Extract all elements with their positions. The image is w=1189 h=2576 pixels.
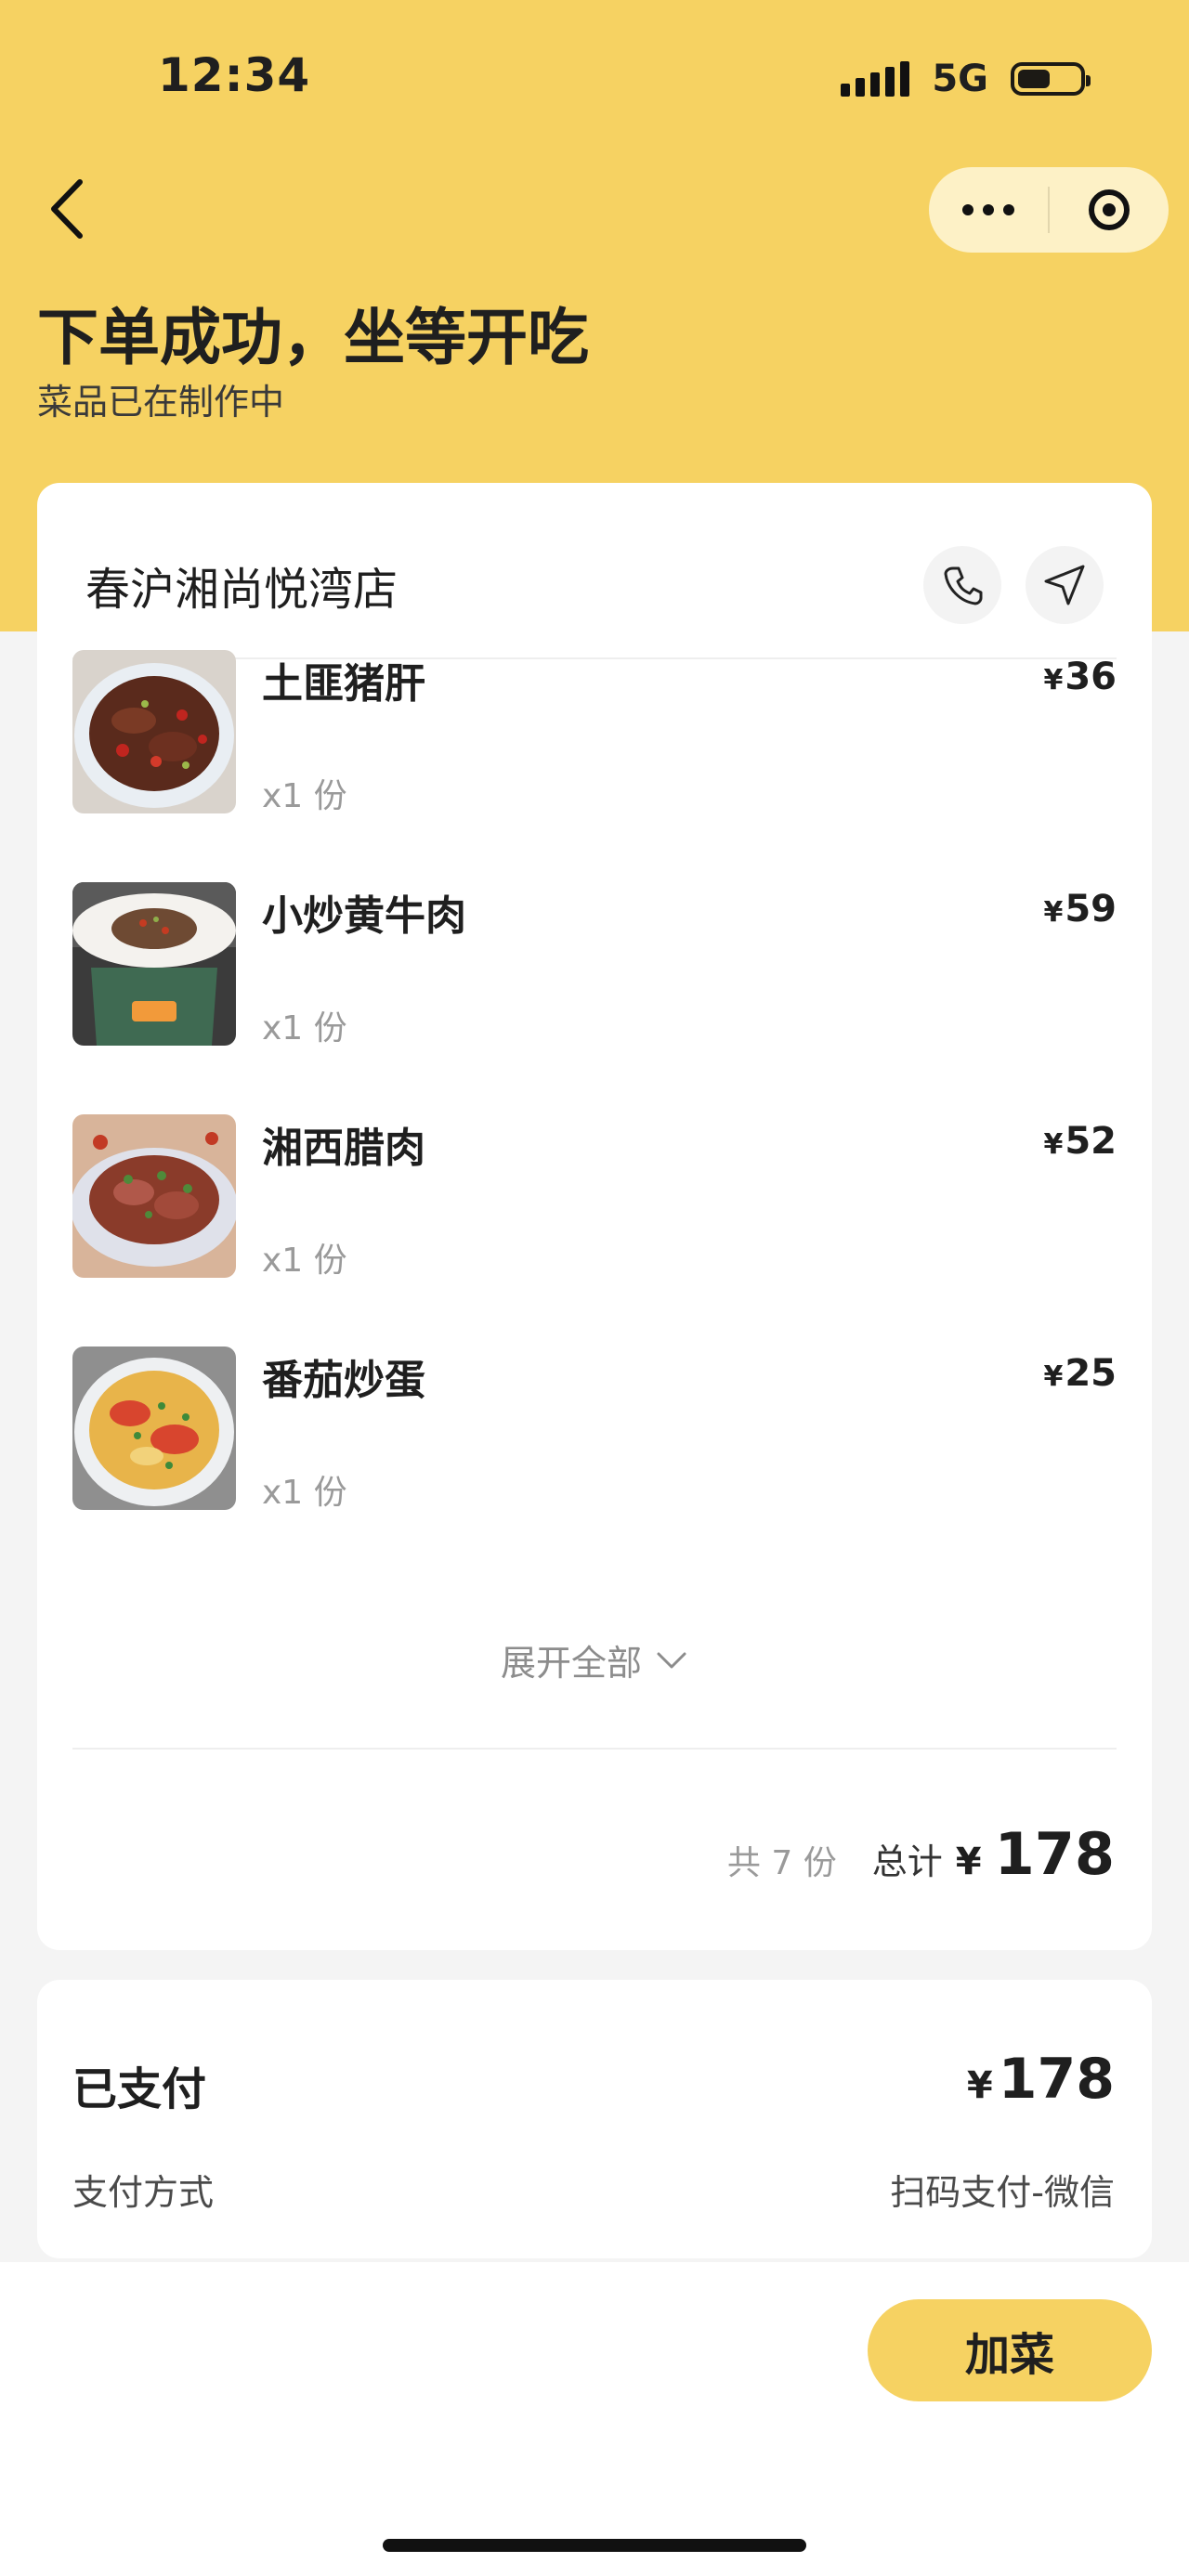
add-dish-button[interactable]: 加菜 — [868, 2299, 1152, 2401]
order-item[interactable]: 小炒黄牛肉 x1 份 ¥59 — [72, 882, 1117, 1114]
chevron-left-icon — [51, 179, 83, 239]
target-icon — [1089, 189, 1130, 230]
dish-thumbnail — [72, 1347, 236, 1510]
status-time: 12:34 — [158, 48, 311, 102]
navigation-arrow-icon — [1044, 565, 1085, 605]
summary-divider — [72, 1748, 1117, 1750]
dish-quantity: x1 份 — [262, 1242, 347, 1280]
call-button[interactable] — [923, 546, 1001, 624]
item-count: 共 7 份 — [726, 1844, 837, 1882]
dish-thumbnail — [72, 882, 236, 1046]
dish-price: ¥52 — [1043, 1120, 1117, 1163]
order-item-list: 土匪猪肝 x1 份 ¥36 小炒黄牛肉 x1 份 ¥59 湘西腊肉 x1 份 ¥… — [72, 650, 1117, 1579]
payment-method-label: 支付方式 — [72, 2172, 215, 2213]
total-label: 总计 — [871, 1841, 943, 1882]
order-summary: 共 7 份 总计 ¥ 178 — [727, 1820, 1115, 1888]
navigate-button[interactable] — [1026, 546, 1104, 624]
dish-price: ¥59 — [1043, 888, 1117, 930]
expand-all-label: 展开全部 — [500, 1643, 642, 1684]
payment-card: 已支付 ¥ 178 支付方式 扫码支付-微信 — [37, 1980, 1152, 2258]
dish-quantity: x1 份 — [262, 1474, 347, 1512]
shop-header: 春沪湘尚悦湾店 — [85, 539, 1104, 631]
total-amount: 178 — [994, 1820, 1115, 1888]
signal-icon — [841, 61, 910, 97]
dish-name: 小炒黄牛肉 — [262, 892, 466, 940]
page-subtitle: 菜品已在制作中 — [37, 382, 285, 423]
dish-name: 土匪猪肝 — [262, 660, 425, 708]
network-type: 5G — [932, 58, 988, 100]
chevron-down-icon — [657, 1652, 686, 1668]
dish-price: ¥36 — [1043, 656, 1117, 698]
back-button[interactable] — [45, 176, 91, 241]
expand-all-button[interactable]: 展开全部 — [37, 1634, 1152, 1685]
order-item[interactable]: 土匪猪肝 x1 份 ¥36 — [72, 650, 1117, 882]
home-indicator — [383, 2539, 806, 2552]
dish-thumbnail — [72, 1114, 236, 1278]
more-button[interactable] — [929, 204, 1048, 215]
paid-label: 已支付 — [72, 2063, 207, 2115]
currency-symbol: ¥ — [955, 1841, 982, 1883]
status-indicators: 5G — [841, 58, 1091, 100]
bottom-action-bar: 加菜 — [0, 2262, 1189, 2576]
dish-name: 番茄炒蛋 — [262, 1357, 425, 1404]
shop-name: 春沪湘尚悦湾店 — [85, 564, 399, 616]
dish-quantity: x1 份 — [262, 777, 347, 815]
page-title: 下单成功，坐等开吃 — [37, 302, 589, 373]
order-item[interactable]: 湘西腊肉 x1 份 ¥52 — [72, 1114, 1117, 1347]
dish-price: ¥25 — [1043, 1352, 1117, 1395]
dish-name: 湘西腊肉 — [262, 1125, 425, 1172]
order-item[interactable]: 番茄炒蛋 x1 份 ¥25 — [72, 1347, 1117, 1579]
dish-quantity: x1 份 — [262, 1009, 347, 1047]
dish-thumbnail — [72, 650, 236, 813]
paid-amount: ¥ 178 — [966, 2047, 1115, 2112]
mini-program-capsule — [929, 167, 1169, 253]
battery-icon — [1011, 62, 1091, 96]
phone-icon — [944, 566, 983, 605]
close-button[interactable] — [1050, 189, 1169, 230]
order-card: 春沪湘尚悦湾店 土匪猪肝 x1 份 ¥36 小炒黄牛肉 x1 份 ¥59 湘西腊… — [37, 483, 1152, 1950]
payment-method-value: 扫码支付-微信 — [890, 2172, 1115, 2213]
